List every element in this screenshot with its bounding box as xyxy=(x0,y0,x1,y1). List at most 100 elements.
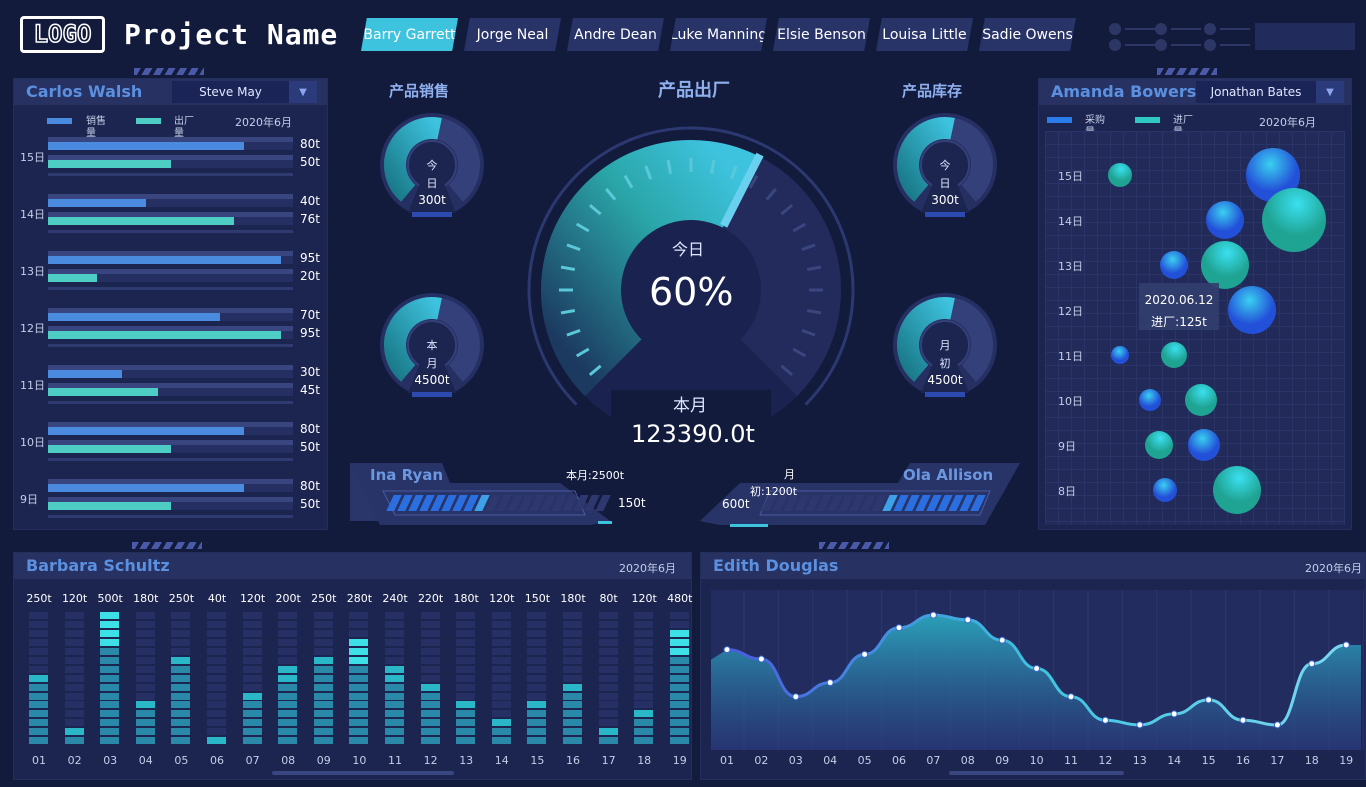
data-point[interactable] xyxy=(723,646,731,654)
data-point[interactable] xyxy=(1101,716,1109,724)
column-segment xyxy=(669,639,689,647)
bubble-intake[interactable] xyxy=(1108,163,1132,187)
bubble-intake[interactable] xyxy=(1161,342,1187,368)
y-axis-day: 13日 xyxy=(1058,260,1083,273)
column-segment xyxy=(527,701,547,709)
column-segment xyxy=(420,621,440,629)
column-segment xyxy=(385,701,404,709)
column-segment xyxy=(420,630,440,638)
data-point[interactable] xyxy=(929,611,937,619)
bubble-purchase[interactable] xyxy=(1111,346,1129,364)
bubble-intake[interactable] xyxy=(1213,466,1261,514)
column-segment xyxy=(563,683,582,691)
column-segment xyxy=(349,692,369,700)
gauge-label: 今日 xyxy=(939,159,951,190)
x-axis-label: 18 xyxy=(637,754,652,767)
column-segment xyxy=(313,639,333,647)
column-segment xyxy=(349,701,369,709)
data-point[interactable] xyxy=(757,655,765,663)
data-point[interactable] xyxy=(1273,721,1281,729)
data-point[interactable] xyxy=(1205,696,1213,704)
column-segment xyxy=(420,701,440,709)
bubble-intake[interactable] xyxy=(1185,384,1217,416)
x-axis-label: 16 xyxy=(1236,754,1250,767)
gauge-label: 本月 xyxy=(426,339,438,370)
column-segment xyxy=(100,656,120,664)
data-point[interactable] xyxy=(1308,660,1316,668)
bubble-intake[interactable] xyxy=(1201,241,1249,289)
bubble-purchase[interactable] xyxy=(1153,478,1177,502)
column-segment xyxy=(100,683,120,691)
column-segment xyxy=(491,737,511,744)
column-segment xyxy=(420,692,440,700)
column-segment xyxy=(171,737,191,744)
column-segment xyxy=(634,674,654,682)
data-point[interactable] xyxy=(1136,721,1144,729)
column-segment xyxy=(278,683,298,691)
data-point[interactable] xyxy=(792,693,800,701)
data-point[interactable] xyxy=(826,679,834,687)
column-segment xyxy=(29,674,48,682)
gauge-value: 300t xyxy=(931,193,959,207)
data-point[interactable] xyxy=(1239,716,1247,724)
column-segment xyxy=(242,674,262,682)
data-point[interactable] xyxy=(1033,664,1041,672)
column-segment xyxy=(100,665,120,673)
data-point[interactable] xyxy=(1067,693,1075,701)
data-point[interactable] xyxy=(1342,641,1350,649)
x-axis-label: 08 xyxy=(281,754,296,767)
data-point[interactable] xyxy=(895,624,903,632)
column-segment xyxy=(669,648,689,655)
y-axis-day: 10日 xyxy=(1058,395,1083,408)
column-segment xyxy=(669,683,689,691)
column-value-label: 240t xyxy=(382,592,408,605)
bubble-purchase[interactable] xyxy=(1206,201,1244,239)
data-point[interactable] xyxy=(861,650,869,658)
bubble-purchase[interactable] xyxy=(1139,389,1161,411)
data-point[interactable] xyxy=(1170,710,1178,718)
x-axis-label: 01 xyxy=(32,754,46,767)
column-segment xyxy=(242,648,262,655)
column-segment xyxy=(669,710,689,718)
column-segment xyxy=(598,665,618,673)
column-segment xyxy=(456,683,476,691)
x-axis-label: 19 xyxy=(672,754,687,767)
column-segment xyxy=(385,737,404,744)
column-segment xyxy=(491,612,511,620)
x-axis-label: 09 xyxy=(316,754,331,767)
column-segment xyxy=(385,728,404,736)
column-value-label: 250t xyxy=(168,592,195,605)
bubble-intake[interactable] xyxy=(1145,431,1173,459)
x-axis-label: 10 xyxy=(352,754,367,767)
column-segment xyxy=(29,710,48,718)
data-point[interactable] xyxy=(964,616,972,624)
column-segment xyxy=(527,719,547,727)
bubble-purchase[interactable] xyxy=(1188,429,1220,461)
data-point[interactable] xyxy=(998,636,1006,644)
column-segment xyxy=(563,630,582,638)
column-segment xyxy=(385,665,404,673)
column-segment xyxy=(598,683,618,691)
bubble-purchase[interactable] xyxy=(1160,251,1188,279)
column-segment xyxy=(313,710,333,718)
column-segment xyxy=(29,737,48,744)
column-segment xyxy=(456,665,476,673)
column-segment xyxy=(207,710,226,718)
column-segment xyxy=(29,683,48,691)
bubble-purchase[interactable] xyxy=(1228,286,1276,334)
bottom-left-date: 2020年6月 xyxy=(619,562,676,575)
x-axis-label: 12 xyxy=(423,754,438,767)
column-segment xyxy=(563,692,582,700)
column-segment xyxy=(29,639,48,647)
column-segment xyxy=(598,630,618,638)
column-segment xyxy=(420,612,440,620)
column-segment xyxy=(527,728,547,736)
column-segment xyxy=(598,639,618,647)
column-segment xyxy=(527,665,547,673)
column-segment xyxy=(456,701,476,709)
column-segment xyxy=(171,612,191,620)
column-segment xyxy=(634,656,654,664)
bubble-intake[interactable] xyxy=(1262,188,1326,252)
bottom-left-scrollbar[interactable] xyxy=(272,771,454,775)
column-segment xyxy=(64,692,84,700)
